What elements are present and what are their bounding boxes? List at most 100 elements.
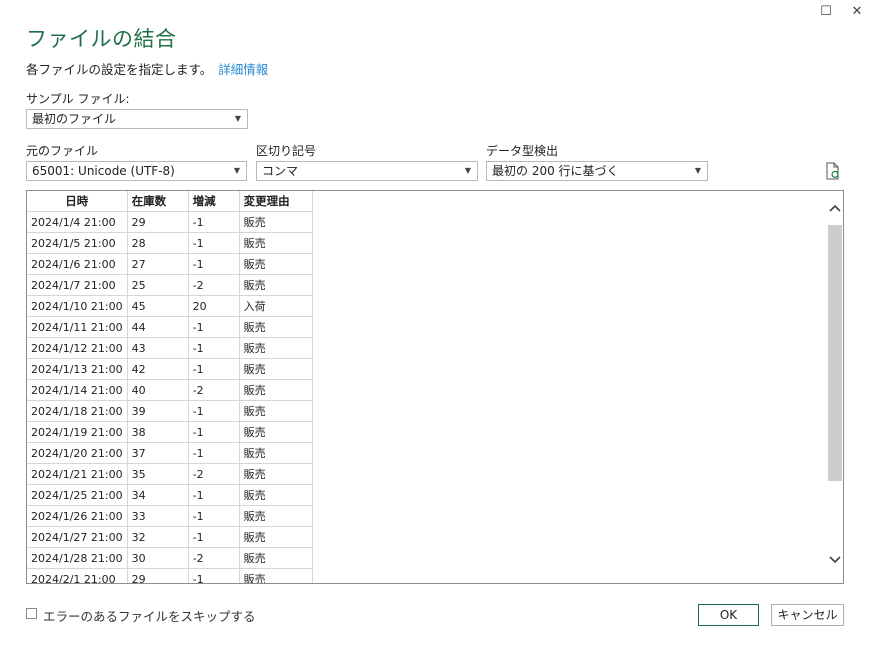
table-cell: 販売 [239, 463, 313, 485]
table-row: 2024/1/26 21:00 33 -1 販売 [27, 505, 313, 527]
table-cell: 2024/1/28 21:00 [27, 547, 128, 569]
table-cell: 44 [127, 316, 189, 338]
table-row: 2024/1/4 21:00 29 -1 販売 [27, 211, 313, 233]
maximize-icon[interactable]: ☐ [818, 4, 834, 20]
table-cell: 2024/1/20 21:00 [27, 442, 128, 464]
table-cell: -1 [188, 526, 240, 548]
table-cell: 販売 [239, 400, 313, 422]
table-cell: 35 [127, 463, 189, 485]
table-cell: -2 [188, 547, 240, 569]
table-row: 2024/1/5 21:00 28 -1 販売 [27, 232, 313, 254]
table-cell: 販売 [239, 337, 313, 359]
table-cell: 2024/1/11 21:00 [27, 316, 128, 338]
table-cell: 2024/1/7 21:00 [27, 274, 128, 296]
preview-grid[interactable]: 日時 在庫数 増減 変更理由 2024/1/4 21:00 29 -1 販売 2024/… [26, 190, 844, 584]
table-row: 2024/1/21 21:00 35 -2 販売 [27, 463, 313, 485]
table-cell: 30 [127, 547, 189, 569]
type-detection-value: 最初の 200 行に基づく [492, 164, 619, 178]
table-cell: 2024/1/21 21:00 [27, 463, 128, 485]
chevron-down-icon: ▼ [234, 114, 241, 123]
table-cell: 2024/1/6 21:00 [27, 253, 128, 275]
column-header[interactable]: 日時 [27, 191, 128, 212]
table-cell: 37 [127, 442, 189, 464]
close-icon[interactable]: ✕ [849, 4, 865, 20]
table-row: 2024/1/14 21:00 40 -2 販売 [27, 379, 313, 401]
table-row: 2024/1/7 21:00 25 -2 販売 [27, 274, 313, 296]
table-cell: 販売 [239, 547, 313, 569]
table-cell: 販売 [239, 211, 313, 233]
table-cell: 販売 [239, 316, 313, 338]
table-header-row: 日時 在庫数 増減 変更理由 [27, 191, 313, 212]
cancel-button[interactable]: キャンセル [771, 604, 844, 626]
delimiter-value: コンマ [262, 164, 299, 178]
table-cell: -2 [188, 274, 240, 296]
table-cell: -1 [188, 421, 240, 443]
column-header[interactable]: 在庫数 [127, 191, 189, 212]
table-cell: 45 [127, 295, 189, 317]
type-detection-label: データ型検出 [486, 144, 559, 158]
table-row: 2024/1/10 21:00 45 20 入荷 [27, 295, 313, 317]
table-cell: -1 [188, 568, 240, 583]
table-cell: -1 [188, 253, 240, 275]
table-cell: 販売 [239, 484, 313, 506]
preview-table: 日時 在庫数 増減 変更理由 2024/1/4 21:00 29 -1 販売 2024/… [27, 191, 313, 583]
table-row: 2024/1/11 21:00 44 -1 販売 [27, 316, 313, 338]
subtitle-text: 各ファイルの設定を指定します。 [26, 62, 213, 77]
ok-button[interactable]: OK [698, 604, 759, 626]
table-row: 2024/1/25 21:00 34 -1 販売 [27, 484, 313, 506]
vertical-scrollbar[interactable] [827, 191, 843, 583]
table-row: 2024/1/19 21:00 38 -1 販売 [27, 421, 313, 443]
table-cell: 28 [127, 232, 189, 254]
table-cell: 販売 [239, 505, 313, 527]
table-cell: 販売 [239, 379, 313, 401]
delimiter-select[interactable]: コンマ ▼ [256, 161, 478, 181]
table-cell: -1 [188, 316, 240, 338]
origin-select[interactable]: 65001: Unicode (UTF-8) ▼ [26, 161, 247, 181]
table-cell: 25 [127, 274, 189, 296]
origin-value: 65001: Unicode (UTF-8) [32, 164, 175, 178]
scrollbar-thumb[interactable] [828, 225, 842, 481]
table-cell: -1 [188, 484, 240, 506]
file-refresh-icon[interactable] [825, 162, 841, 180]
type-detection-select[interactable]: 最初の 200 行に基づく ▼ [486, 161, 708, 181]
table-cell: -1 [188, 358, 240, 380]
sample-file-label: サンプル ファイル: [26, 92, 130, 106]
table-cell: -2 [188, 379, 240, 401]
table-cell: 2024/1/18 21:00 [27, 400, 128, 422]
table-cell: 販売 [239, 274, 313, 296]
table-cell: 29 [127, 211, 189, 233]
column-header[interactable]: 増減 [188, 191, 240, 212]
table-row: 2024/1/13 21:00 42 -1 販売 [27, 358, 313, 380]
table-cell: 販売 [239, 232, 313, 254]
table-cell: 42 [127, 358, 189, 380]
table-cell: 34 [127, 484, 189, 506]
table-cell: 32 [127, 526, 189, 548]
table-cell: 2024/1/12 21:00 [27, 337, 128, 359]
table-cell: -1 [188, 337, 240, 359]
table-cell: 販売 [239, 526, 313, 548]
table-cell: 2024/1/26 21:00 [27, 505, 128, 527]
chevron-down-icon: ▼ [464, 166, 471, 175]
skip-errors-checkbox[interactable] [26, 608, 37, 619]
table-cell: 39 [127, 400, 189, 422]
table-cell: 2024/1/14 21:00 [27, 379, 128, 401]
table-row: 2024/1/28 21:00 30 -2 販売 [27, 547, 313, 569]
table-cell: -2 [188, 463, 240, 485]
column-header[interactable]: 変更理由 [239, 191, 313, 212]
table-cell: 2024/1/5 21:00 [27, 232, 128, 254]
sample-file-select[interactable]: 最初のファイル ▼ [26, 109, 248, 129]
chevron-down-icon: ▼ [694, 166, 701, 175]
skip-errors-label[interactable]: エラーのあるファイルをスキップする [43, 606, 256, 625]
table-cell: 2024/2/1 21:00 [27, 568, 128, 583]
details-link[interactable]: 詳細情報 [218, 62, 268, 77]
table-cell: 2024/1/25 21:00 [27, 484, 128, 506]
scroll-up-icon[interactable] [827, 201, 843, 215]
dialog-subtitle: 各ファイルの設定を指定します。 詳細情報 [26, 59, 268, 78]
table-cell: -1 [188, 232, 240, 254]
table-row: 2024/2/1 21:00 29 -1 販売 [27, 568, 313, 583]
scroll-down-icon[interactable] [827, 553, 843, 567]
table-cell: 43 [127, 337, 189, 359]
table-cell: 29 [127, 568, 189, 583]
table-row: 2024/1/20 21:00 37 -1 販売 [27, 442, 313, 464]
delimiter-label: 区切り記号 [256, 144, 317, 158]
